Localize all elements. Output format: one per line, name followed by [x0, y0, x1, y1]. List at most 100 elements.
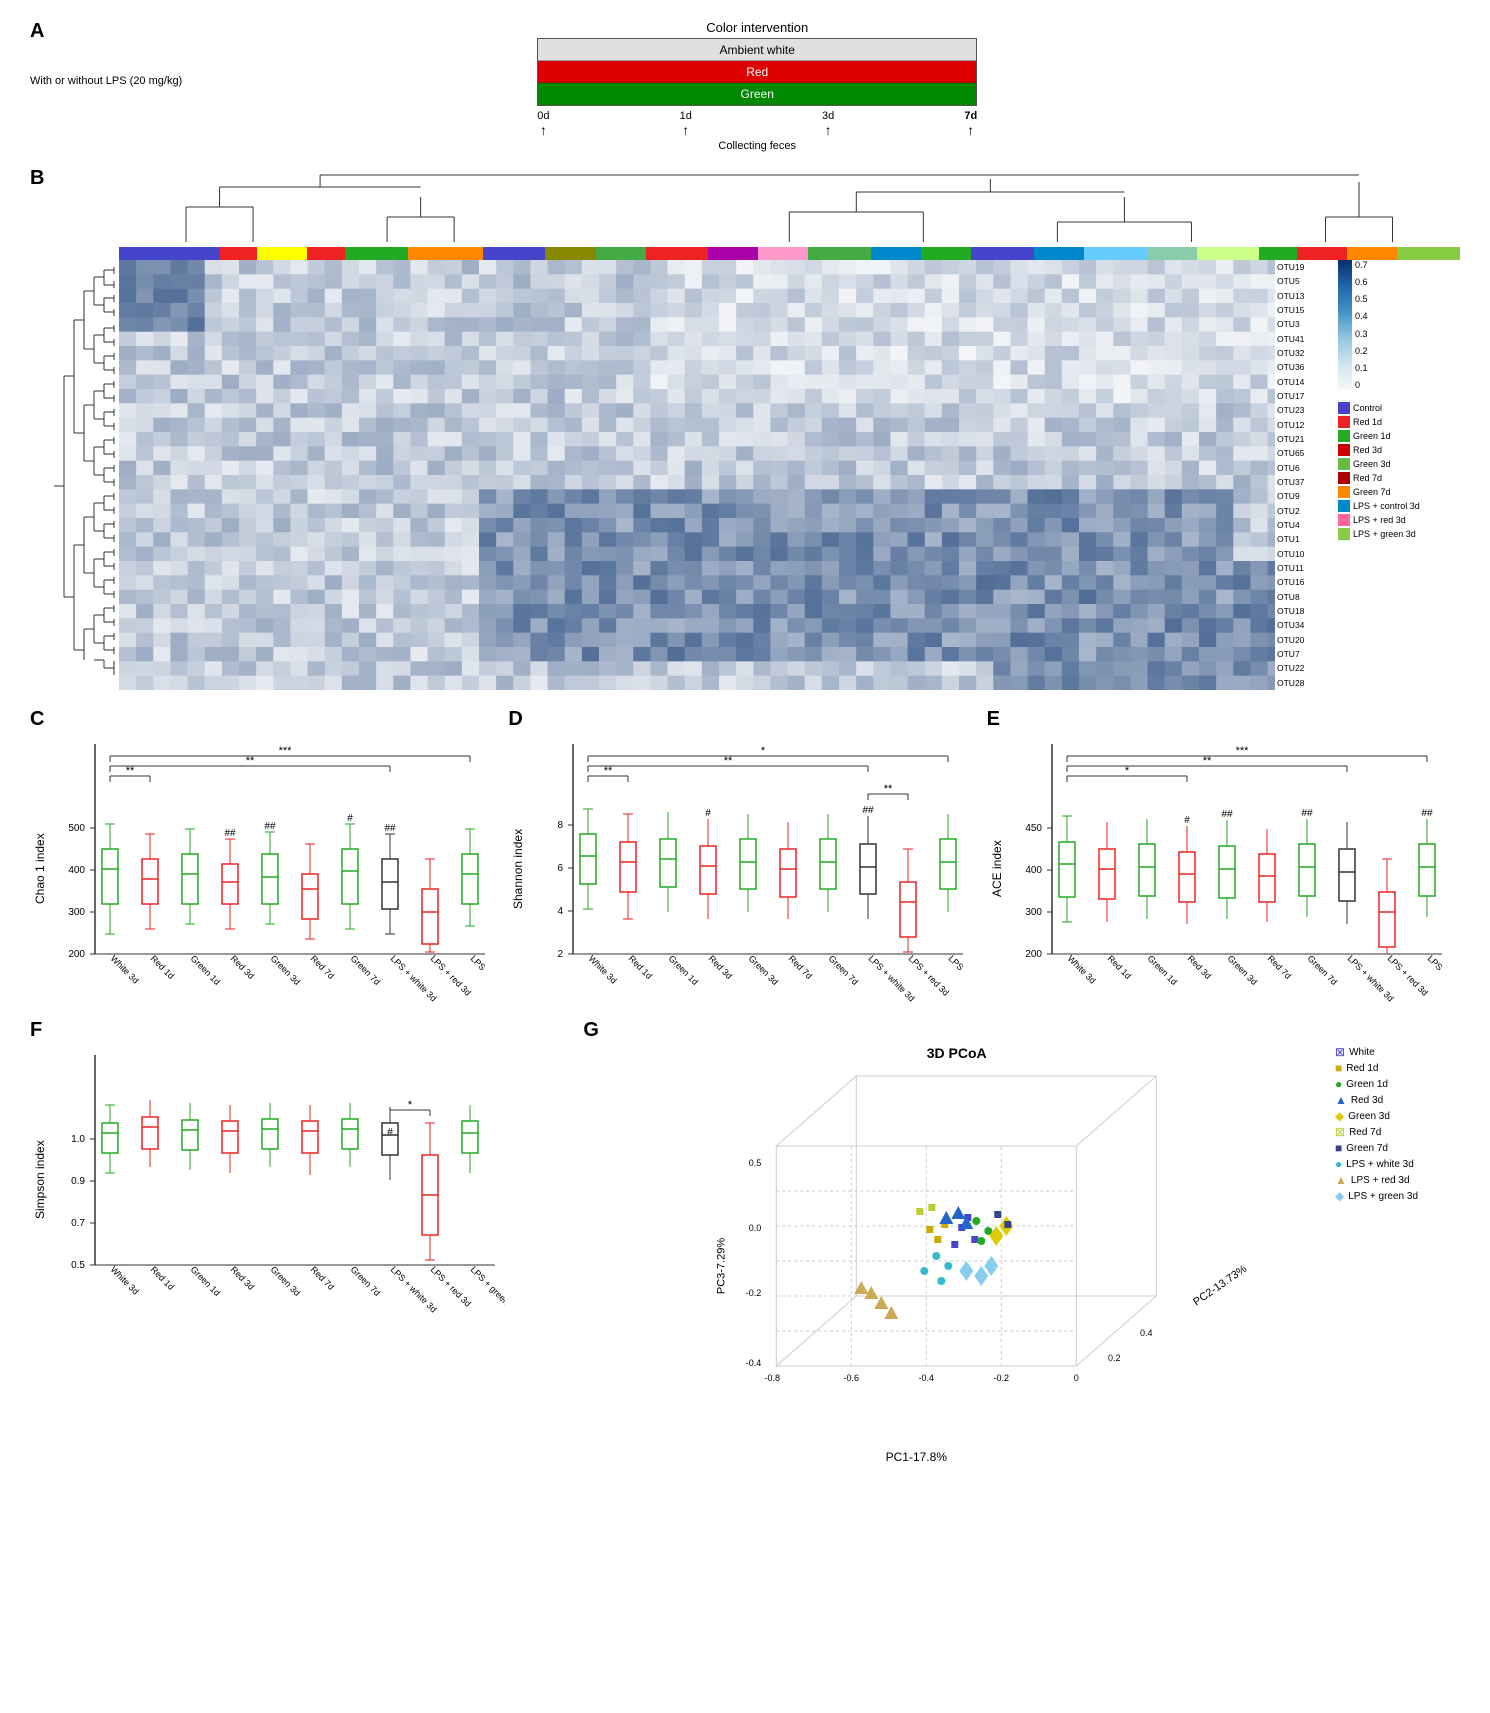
svg-text:##: ## [863, 805, 875, 816]
svg-text:##: ## [1221, 809, 1233, 820]
otu-label: OTU17 [1277, 391, 1330, 401]
svg-text:6: 6 [558, 863, 564, 874]
otu-label: OTU19 [1277, 262, 1330, 272]
svg-text:**: ** [126, 765, 135, 777]
svg-text:LPS + green 3d: LPS + green 3d [1425, 953, 1441, 1004]
svg-text:400: 400 [68, 865, 85, 876]
svg-text:Green 1d: Green 1d [189, 953, 223, 987]
svg-text:##: ## [264, 821, 276, 832]
svg-text:LPS + red 3d: LPS + red 3d [429, 953, 473, 997]
svg-text:Red 3d: Red 3d [229, 1264, 257, 1292]
top-dendrogram [119, 167, 1460, 247]
svg-text:**: ** [604, 765, 613, 777]
otu-label: OTU22 [1277, 663, 1330, 673]
otu-label: OTU18 [1277, 606, 1330, 616]
svg-text:4: 4 [558, 906, 564, 917]
otu-label: OTU16 [1277, 577, 1330, 587]
svg-text:##: ## [384, 823, 396, 834]
svg-text:#: # [387, 1127, 393, 1138]
svg-text:**: ** [246, 755, 255, 767]
pcoa-title: 3D PCoA [583, 1045, 1330, 1061]
collecting-feces-label: Collecting feces [718, 140, 796, 152]
svg-text:Red 1d: Red 1d [149, 953, 177, 981]
panel-g-label: G [583, 1019, 1460, 1042]
svg-text:##: ## [224, 828, 236, 839]
svg-text:0: 0 [1074, 1373, 1079, 1383]
panel-c-boxplot: 200 300 400 500 *** [55, 734, 485, 1004]
svg-text:-0.2: -0.2 [994, 1373, 1010, 1383]
sample-color-strip [119, 247, 1460, 260]
panel-a-section: A Color intervention Ambient white Red G… [30, 20, 1460, 152]
heatmap-body: // Build heatmap cells (function() { con… [49, 260, 1460, 693]
svg-text:Red 3d: Red 3d [1185, 953, 1213, 981]
svg-text:LPS + red 3d: LPS + red 3d [1385, 953, 1429, 997]
svg-text:**: ** [884, 783, 893, 795]
otu-label: OTU28 [1277, 678, 1330, 688]
bar-green: Green [538, 83, 976, 105]
otu-label: OTU65 [1277, 448, 1330, 458]
scale-04: 0.4 [1355, 311, 1368, 321]
otu-label: OTU10 [1277, 549, 1330, 559]
svg-text:Red 7d: Red 7d [787, 953, 815, 981]
panel-f-boxplot: 0.5 0.7 0.9 1.0 * # [55, 1045, 505, 1315]
svg-text:Green 7d: Green 7d [349, 1264, 383, 1298]
svg-text:Green 7d: Green 7d [827, 953, 861, 987]
otu-label: OTU5 [1277, 276, 1330, 286]
panels-cde: C Chao 1 index 200 300 400 500 [30, 708, 1460, 1004]
svg-text:***: *** [1235, 745, 1249, 757]
panel-d-boxplot: 2 4 6 8 * ** [533, 734, 963, 1004]
svg-text:*: * [408, 1099, 413, 1111]
otu-label: OTU9 [1277, 491, 1330, 501]
otu-label: OTU11 [1277, 563, 1330, 573]
panel-e-boxplot: 200 300 400 450 *** ** [1012, 734, 1442, 1004]
panel-b-label: B [30, 167, 44, 190]
panel-d-label: D [508, 708, 981, 731]
otu-label: OTU3 [1277, 319, 1330, 329]
svg-text:2: 2 [558, 949, 564, 960]
svg-text:**: ** [724, 755, 733, 767]
svg-text:Green 3d: Green 3d [269, 953, 303, 987]
panel-e: E ACE index 200 300 400 450 [987, 708, 1460, 1004]
svg-text:Green 1d: Green 1d [189, 1264, 223, 1298]
otu-label: OTU21 [1277, 434, 1330, 444]
svg-text:0.5: 0.5 [71, 1260, 85, 1271]
panel-f: F Simpson index 0.5 0.7 0.9 1.0 [30, 1019, 573, 1469]
svg-text:White 3d: White 3d [1065, 953, 1097, 985]
otu-label: OTU41 [1277, 334, 1330, 344]
figure-container: A Color intervention Ambient white Red G… [0, 0, 1490, 1489]
otu-label: OTU8 [1277, 592, 1330, 602]
svg-text:450: 450 [1025, 823, 1042, 834]
svg-text:0.7: 0.7 [71, 1218, 85, 1229]
svg-text:PC2-13.73%: PC2-13.73% [1192, 1263, 1250, 1309]
svg-text:0.0: 0.0 [749, 1223, 762, 1233]
svg-text:Green 7d: Green 7d [1305, 953, 1339, 987]
panel-f-y-label: Simpson index [30, 1045, 50, 1315]
svg-text:#: # [347, 813, 353, 824]
pcoa-legend: ⊠White ■Red 1d ●Green 1d ▲Red 3d ◆Green … [1330, 1045, 1460, 1205]
otu-label: OTU4 [1277, 520, 1330, 530]
svg-text:Green 3d: Green 3d [1225, 953, 1259, 987]
svg-text:Red 7d: Red 7d [309, 1264, 337, 1292]
svg-text:#: # [706, 808, 712, 819]
panel-f-label: F [30, 1019, 573, 1042]
left-dendrogram [49, 260, 119, 693]
svg-text:##: ## [1301, 808, 1313, 819]
svg-text:LPS + green 3d: LPS + green 3d [469, 953, 485, 1004]
scale-07: 0.7 [1355, 260, 1368, 270]
otu-label: OTU23 [1277, 405, 1330, 415]
svg-text:200: 200 [68, 949, 85, 960]
panel-c: C Chao 1 index 200 300 400 500 [30, 708, 503, 1004]
svg-text:##: ## [1421, 808, 1433, 819]
scale-00: 0 [1355, 380, 1368, 390]
svg-text:-0.8: -0.8 [765, 1373, 781, 1383]
svg-text:200: 200 [1025, 949, 1042, 960]
otu-label: OTU32 [1277, 348, 1330, 358]
svg-text:-0.4: -0.4 [919, 1373, 935, 1383]
svg-text:White 3d: White 3d [109, 953, 141, 985]
scale-02: 0.2 [1355, 346, 1368, 356]
otu-label: OTU36 [1277, 362, 1330, 372]
group-legend: Control Red 1d Green 1d Red 3d Green 3d … [1338, 402, 1460, 542]
svg-text:0.5: 0.5 [749, 1158, 762, 1168]
scale-05: 0.5 [1355, 294, 1368, 304]
otu-label: OTU6 [1277, 463, 1330, 473]
